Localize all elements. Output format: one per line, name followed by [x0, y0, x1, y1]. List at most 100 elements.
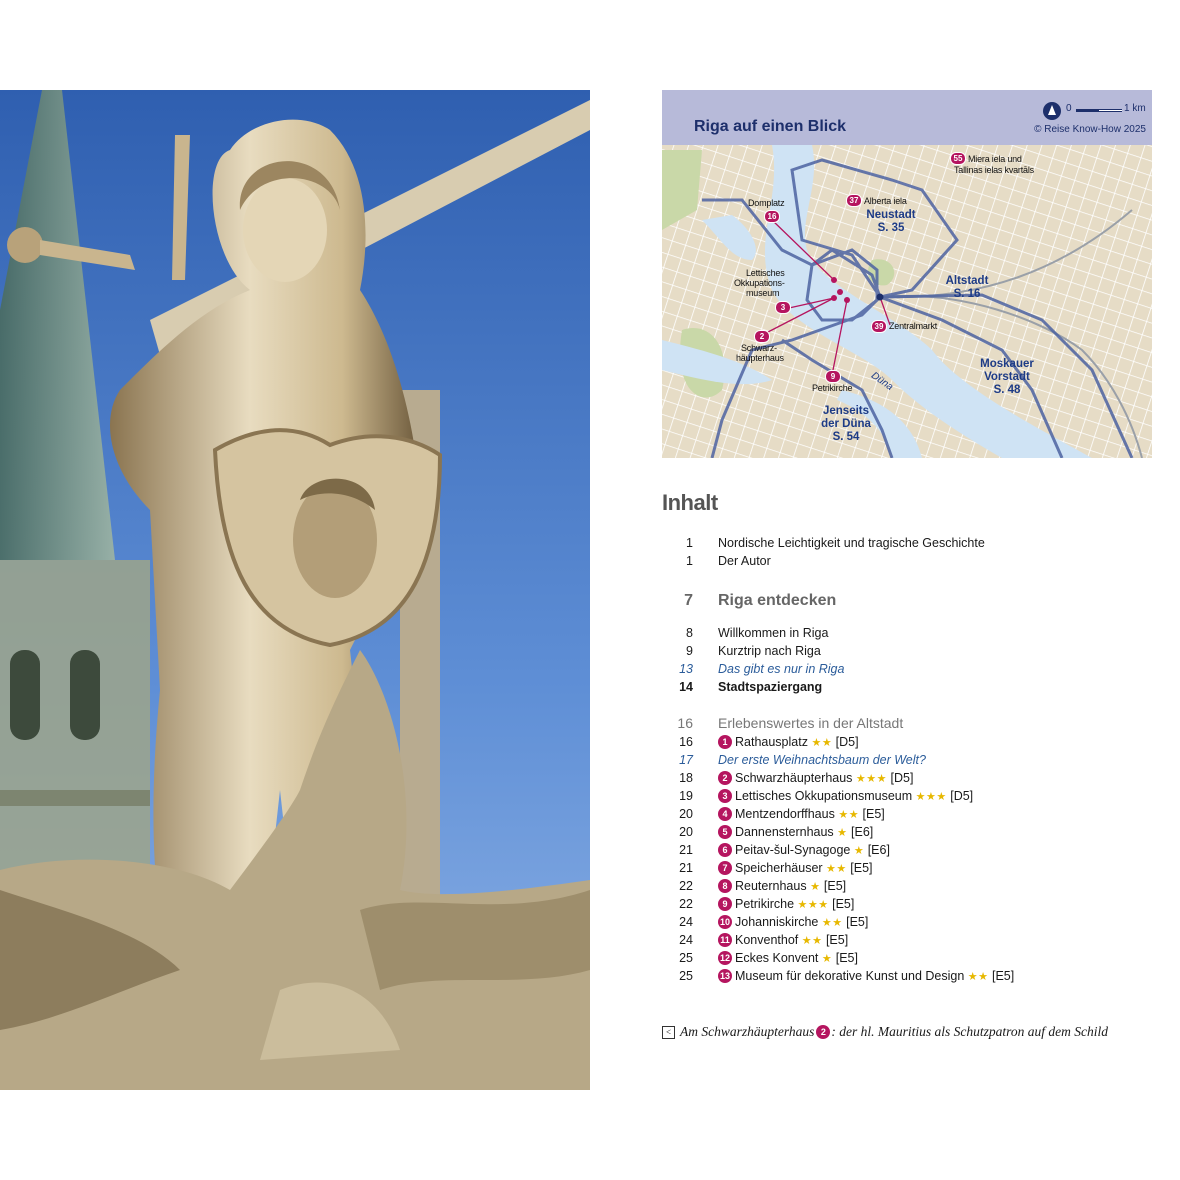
star-rating: ★ — [837, 827, 848, 839]
toc-page: 22 — [679, 897, 693, 911]
map-pin-3: 3 — [775, 301, 791, 314]
poi-marker: 8 — [718, 879, 732, 893]
caption-arrow-icon: < — [662, 1026, 675, 1039]
toc-row: 19 3 Lettisches Okkupationsmuseum ★★★ [D5… — [662, 787, 1162, 805]
toc-page: 25 — [679, 969, 693, 983]
statue-photo — [0, 90, 590, 1090]
map-pin-16: 16 — [764, 210, 780, 223]
toc-title: Schwarzhäupterhaus — [735, 771, 853, 785]
grid-ref: [E5] — [835, 951, 858, 965]
toc-page: 24 — [679, 933, 693, 947]
map-label-miera: Miera iela und — [968, 154, 1022, 164]
map-pin-55: 55 — [950, 152, 966, 165]
toc-row-feature: 13 Das gibt es nur in Riga — [662, 660, 1162, 678]
photo-caption: < Am Schwarzhäupterhaus 2: der hl. Mauriti… — [662, 1024, 1108, 1040]
map-label-haeupterhaus: häupterhaus — [736, 353, 784, 363]
toc-title: Petrikirche — [735, 897, 795, 911]
poi-marker: 1 — [718, 735, 732, 749]
toc-page: 1 — [686, 554, 693, 568]
toc-page: 13 — [679, 662, 693, 676]
star-rating: ★★ — [838, 809, 860, 821]
toc-title: Der erste Weihnachtsbaum der Welt? — [718, 753, 926, 767]
district-neustadt: Neustadt S. 35 — [856, 209, 926, 235]
map-label-lettisches: Lettisches — [746, 268, 785, 278]
toc-row: 24 11 Konventhof ★★ [E5] — [662, 931, 1162, 949]
grid-ref: [E5] — [992, 969, 1015, 983]
grid-ref: [D5] — [950, 789, 974, 803]
poi-marker: 11 — [718, 933, 732, 947]
star-rating: ★★★ — [797, 899, 829, 911]
toc-page: 7 — [684, 592, 693, 609]
map-pin-39: 39 — [871, 320, 887, 333]
toc-row: 1 Der Autor — [662, 552, 1162, 570]
star-rating: ★★ — [811, 737, 833, 749]
toc-row: 18 2 Schwarzhäupterhaus ★★★ [D5] — [662, 769, 1162, 787]
district-moskauer-name1: Moskauer — [980, 358, 1034, 370]
star-rating: ★ — [853, 845, 865, 857]
toc-page: 9 — [686, 644, 693, 658]
star-rating: ★★★ — [855, 773, 888, 785]
map-label-domplatz: Domplatz — [748, 198, 785, 208]
map-copyright: © Reise Know-How 2025 — [1034, 124, 1146, 135]
toc-row: 22 8 Reuternhaus ★ [E5] — [662, 877, 1162, 895]
poi-marker: 13 — [718, 969, 732, 983]
poi-marker: 3 — [718, 789, 732, 803]
map-scale-bar-segment — [1099, 110, 1122, 111]
map-label-schwarz: Schwarz- — [741, 343, 777, 353]
toc-section-title: Riga entdecken — [718, 592, 837, 609]
toc-page: 19 — [679, 789, 693, 803]
toc-section-row: 7 Riga entdecken — [662, 590, 1162, 612]
toc-title: Peitav-šul-Synagoge — [735, 843, 851, 857]
district-jenseits-name2: der Düna — [821, 418, 871, 430]
map-label-okkupations: Okkupations- — [734, 278, 785, 288]
caption-text-before: Am Schwarzhäupterhaus — [680, 1024, 815, 1039]
map-scale-start: 0 — [1066, 103, 1072, 114]
toc-page: 1 — [686, 536, 693, 550]
map-canvas — [662, 145, 1152, 458]
poi-marker: 10 — [718, 915, 732, 929]
star-rating: ★★★ — [915, 791, 947, 803]
star-rating: ★ — [821, 953, 833, 965]
toc-title: Der Autor — [718, 554, 771, 568]
toc-subsection-title: Erlebenswertes in der Altstadt — [718, 715, 904, 731]
toc-title: Reuternhaus — [735, 879, 807, 893]
district-altstadt-page: S. 16 — [953, 288, 981, 300]
toc-title: Johanniskirche — [735, 915, 819, 929]
toc-title: Kurztrip nach Riga — [718, 644, 821, 658]
toc-page: 25 — [679, 951, 693, 965]
map-pin-2: 2 — [754, 330, 770, 343]
toc-title: Dannensternhaus — [735, 825, 834, 839]
district-moskauer-page: S. 48 — [993, 384, 1021, 396]
toc-page: 16 — [677, 715, 693, 731]
toc-title: Rathausplatz — [735, 735, 808, 749]
district-neustadt-name: Neustadt — [866, 209, 916, 221]
star-rating: ★★ — [801, 935, 823, 947]
north-arrow-icon — [1043, 102, 1061, 120]
district-moskauer-vorstadt: Moskauer Vorstadt S. 48 — [967, 358, 1047, 397]
toc-row: 8 Willkommen in Riga — [662, 624, 1162, 642]
poi-marker: 12 — [718, 951, 732, 965]
grid-ref: [E6] — [851, 825, 874, 839]
toc-page: 24 — [679, 915, 693, 929]
toc-title: Eckes Konvent — [735, 951, 819, 965]
map-title: Riga auf einen Blick — [694, 118, 847, 135]
grid-ref: [E5] — [850, 861, 873, 875]
grid-ref: [D5] — [835, 735, 859, 749]
toc-title: Stadtspaziergang — [718, 680, 823, 694]
star-rating: ★ — [810, 881, 821, 893]
toc-row: 21 6 Peitav-šul-Synagoge ★ [E6] — [662, 841, 1162, 859]
toc-page: 21 — [679, 861, 693, 875]
grid-ref: [D5] — [890, 771, 914, 785]
toc-row: 16 1 Rathausplatz ★★ [D5] — [662, 733, 1162, 751]
toc-subsection-row: 16 Erlebenswertes in der Altstadt — [662, 713, 1162, 733]
poi-marker: 6 — [718, 843, 732, 857]
toc-page: 20 — [679, 807, 693, 821]
toc-row: 24 10 Johanniskirche ★★ [E5] — [662, 913, 1162, 931]
grid-ref: [E6] — [867, 843, 890, 857]
toc-page: 14 — [679, 680, 693, 694]
grid-ref: [E5] — [823, 879, 847, 893]
toc-page: 21 — [679, 843, 693, 857]
poi-marker: 2 — [718, 771, 732, 785]
map-label-petrikirche: Petrikirche — [812, 383, 853, 393]
toc-heading: Inhalt — [662, 490, 718, 515]
